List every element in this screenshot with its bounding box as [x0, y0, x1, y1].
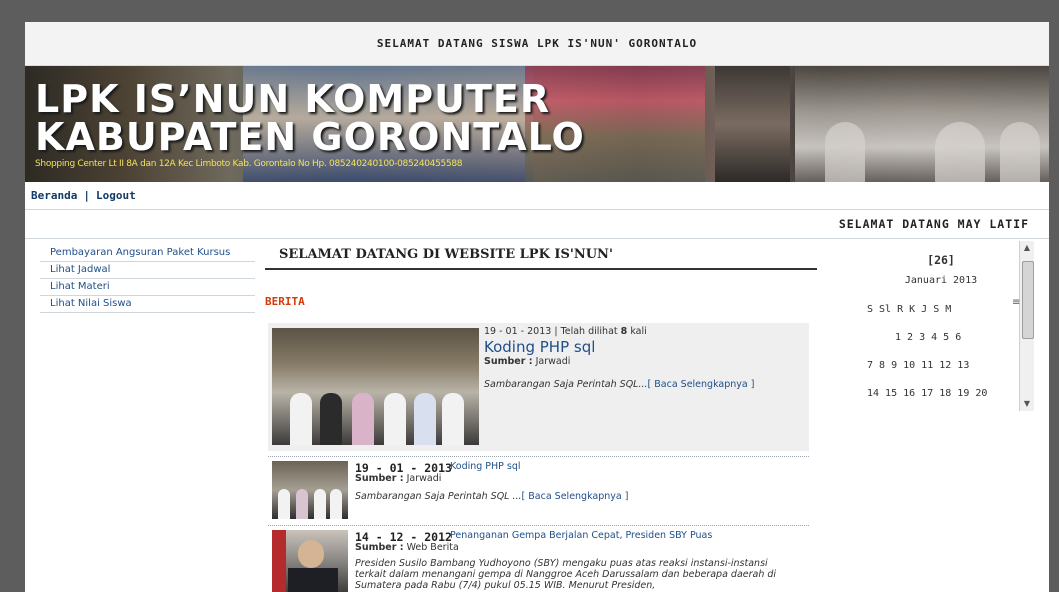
list-item: 14 - 12 - 2012 Penanganan Gempa Berjalan… [268, 525, 809, 592]
banner-person [935, 122, 985, 182]
news-thumbnail[interactable] [272, 461, 348, 519]
news-title[interactable]: Koding PHP sql [450, 461, 521, 472]
content-area: Pembayaran Angsuran Paket Kursus Lihat J… [25, 239, 1049, 592]
banner-photo-students [715, 66, 790, 182]
banner-title-line2: KABUPATEN GORONTALO [35, 115, 585, 159]
nav-separator: | [83, 189, 90, 202]
news-source: Sumber : Web Berita [355, 542, 459, 553]
featured-news-excerpt: Sambarangan Saja Perintah SQL...[ Baca S… [484, 379, 755, 390]
page: SELAMAT DATANG SISWA LPK IS'NUN' GORONTA… [25, 22, 1049, 592]
scroll-up-icon[interactable]: ▲ [1020, 241, 1034, 255]
nav-home-link[interactable]: Beranda [31, 189, 77, 202]
banner-person [1000, 122, 1040, 182]
featured-news-meta: 19 - 01 - 2013 | Telah dilihat 8 kali [484, 326, 647, 337]
user-greeting: SELAMAT DATANG MAY LATIF [25, 210, 1049, 239]
scroll-down-icon[interactable]: ▼ [1020, 397, 1034, 411]
page-title: SELAMAT DATANG DI WEBSITE LPK IS'NUN' [265, 245, 817, 270]
calendar-week[interactable]: 7 8 9 10 11 12 13 [867, 352, 1041, 380]
featured-news-source: Sumber : Jarwadi [484, 356, 571, 367]
banner-person [825, 122, 865, 182]
welcome-bar: SELAMAT DATANG SISWA LPK IS'NUN' GORONTA… [25, 22, 1049, 66]
sidebar-item-payment[interactable]: Pembayaran Angsuran Paket Kursus [40, 245, 255, 262]
top-nav: Beranda | Logout [25, 182, 1049, 210]
banner-title: LPK IS’NUN KOMPUTER KABUPATEN GORONTALO [35, 80, 585, 156]
calendar-month: Januari 2013 [904, 275, 978, 286]
featured-news: 19 - 01 - 2013 | Telah dilihat 8 kali Ko… [268, 323, 809, 451]
calendar-week[interactable]: 14 15 16 17 18 19 20 [867, 380, 1041, 408]
sidebar-item-schedule[interactable]: Lihat Jadwal [40, 262, 255, 279]
calendar-scrollbar[interactable]: ▲ ≡ ▼ [1012, 241, 1034, 411]
section-title-news: BERITA [265, 295, 305, 308]
read-more-link[interactable]: [ Baca Selengkapnya ] [522, 491, 629, 502]
calendar-grid: S Sl R K J S M 1 2 3 4 5 6 7 8 9 10 11 1… [841, 296, 1041, 408]
nav-logout-link[interactable]: Logout [96, 189, 136, 202]
main-content: SELAMAT DATANG DI WEBSITE LPK IS'NUN' BE… [265, 245, 817, 592]
calendar-week[interactable]: 1 2 3 4 5 6 [867, 324, 1041, 352]
scroll-thumb[interactable] [1022, 261, 1034, 339]
list-item: 19 - 01 - 2013 Koding PHP sql Sumber : J… [268, 456, 809, 521]
banner-subtitle: Shopping Center Lt II 8A dan 12A Kec Lim… [35, 159, 463, 169]
sidebar-menu: Pembayaran Angsuran Paket Kursus Lihat J… [40, 245, 255, 313]
sidebar-item-materials[interactable]: Lihat Materi [40, 279, 255, 296]
sidebar-item-grades[interactable]: Lihat Nilai Siswa [40, 296, 255, 313]
featured-news-title[interactable]: Koding PHP sql [484, 338, 595, 356]
grip-icon: ≡ [1012, 297, 1021, 308]
banner: LPK IS’NUN KOMPUTER KABUPATEN GORONTALO … [25, 66, 1049, 182]
calendar: [26] Januari 2013 S Sl R K J S M 1 2 3 4… [841, 245, 1041, 408]
calendar-day: [26] [927, 253, 955, 267]
news-excerpt: Sambarangan Saja Perintah SQL ...[ Baca … [355, 491, 629, 502]
featured-news-image[interactable] [272, 328, 479, 445]
news-title[interactable]: Penanganan Gempa Berjalan Cepat, Preside… [450, 530, 712, 541]
banner-photo-hall [795, 66, 1049, 182]
news-excerpt: Presiden Susilo Bambang Yudhoyono (SBY) … [355, 558, 777, 591]
news-thumbnail[interactable] [272, 530, 348, 592]
read-more-link[interactable]: [ Baca Selengkapnya ] [648, 379, 755, 390]
news-source: Sumber : Jarwadi [355, 473, 442, 484]
